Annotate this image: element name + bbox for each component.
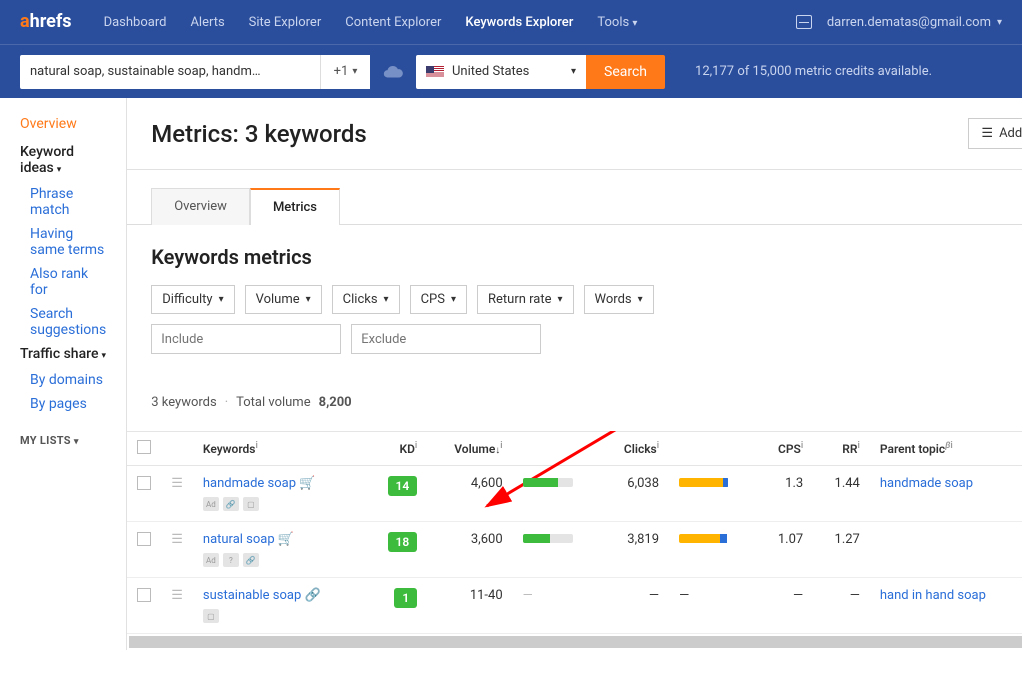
filter-return-rate[interactable]: Return rate▾ xyxy=(477,285,574,314)
table-row: ☰sustainable soap 🔗▢111-40—————hand in h… xyxy=(127,578,1022,634)
row-menu-icon[interactable]: ☰ xyxy=(171,532,183,547)
sidebar-phrase-match[interactable]: Phrase match xyxy=(30,186,106,218)
col-parent[interactable]: Parent topicβi xyxy=(870,432,1022,466)
sidebar-traffic-header[interactable]: Traffic share▾ xyxy=(20,346,106,362)
pic-icon: ▢ xyxy=(203,609,219,623)
?-icon: ? xyxy=(223,553,239,567)
section-title: Keywords metrics xyxy=(151,245,1022,269)
sidebar-overview[interactable]: Overview xyxy=(20,116,106,132)
cps-cell: 1.07 xyxy=(757,522,814,578)
filter-difficulty[interactable]: Difficulty▾ xyxy=(151,285,234,314)
link-icon: 🔗 xyxy=(305,588,321,603)
kw-count: 3 keywords xyxy=(151,395,216,410)
parent-topic-link[interactable]: hand in hand soap xyxy=(880,588,986,603)
link-icon: 🔗 xyxy=(243,553,259,567)
add-to-lists[interactable]: ☰Add to lists ▾ xyxy=(968,118,1022,149)
tabs: Overview Metrics xyxy=(127,188,1022,225)
user-menu[interactable]: darren.dematas@gmail.com▾ xyxy=(827,15,1002,30)
filter-words[interactable]: Words▾ xyxy=(584,285,654,314)
us-flag-icon xyxy=(426,66,444,78)
Ad-icon: Ad xyxy=(203,553,219,567)
logo[interactable]: ahrefs xyxy=(20,11,72,33)
Ad-icon: Ad xyxy=(203,497,219,511)
keyword-link[interactable]: sustainable soap xyxy=(203,588,301,603)
cloud-icon[interactable] xyxy=(382,61,404,83)
country-select[interactable]: United States▾ xyxy=(416,55,586,89)
row-checkbox[interactable] xyxy=(137,532,151,546)
sidebar-by-pages[interactable]: By pages xyxy=(30,396,106,412)
row-menu-icon[interactable]: ☰ xyxy=(171,588,183,603)
col-clicks[interactable]: Clicksi xyxy=(600,432,669,466)
nav-tools[interactable]: Tools ▾ xyxy=(585,15,649,30)
table-row: ☰natural soap 🛒Ad?🔗183,6003,8191.071.27S… xyxy=(127,522,1022,578)
col-rr[interactable]: RRi xyxy=(813,432,870,466)
keyword-link[interactable]: natural soap xyxy=(203,532,275,547)
sidebar-ideas-header[interactable]: Keyword ideas▾ xyxy=(20,144,106,176)
col-volume[interactable]: Volume↓i xyxy=(427,432,512,466)
sidebar-having-same-terms[interactable]: Having same terms xyxy=(30,226,106,258)
list-icon: ☰ xyxy=(981,126,993,141)
credits-label: 12,177 of 15,000 metric credits availabl… xyxy=(695,64,932,79)
tab-metrics[interactable]: Metrics xyxy=(250,188,340,225)
select-all-checkbox[interactable] xyxy=(137,440,151,454)
nav-alerts[interactable]: Alerts xyxy=(178,15,236,30)
page-title: Metrics: 3 keywords xyxy=(151,120,367,148)
filter-clicks[interactable]: Clicks▾ xyxy=(332,285,400,314)
search-bar: natural soap, sustainable soap, handm… +… xyxy=(0,44,1022,98)
col-kd[interactable]: KDi xyxy=(365,432,427,466)
my-lists-toggle[interactable]: MY LISTS▾ xyxy=(20,434,106,447)
exclude-input[interactable] xyxy=(351,324,541,354)
rr-cell: 1.27 xyxy=(813,522,870,578)
filter-volume[interactable]: Volume▾ xyxy=(245,285,322,314)
table-scroll[interactable]: Keywordsi KDi Volume↓i Clicksi CPSi RRi … xyxy=(127,431,1022,650)
nav-content-explorer[interactable]: Content Explorer xyxy=(333,15,453,30)
row-menu-icon[interactable]: ☰ xyxy=(171,476,183,491)
nav-keywords-explorer[interactable]: Keywords Explorer xyxy=(453,15,585,30)
cart-icon: 🛒 xyxy=(278,532,294,547)
nav-site-explorer[interactable]: Site Explorer xyxy=(237,15,334,30)
top-nav: ahrefs DashboardAlertsSite ExplorerConte… xyxy=(0,0,1022,44)
include-input[interactable] xyxy=(151,324,341,354)
main-content: Metrics: 3 keywords ☰Add to lists ▾ Over… xyxy=(126,98,1022,650)
keywords-more[interactable]: +1▾ xyxy=(320,55,370,89)
nav-dashboard[interactable]: Dashboard xyxy=(92,15,179,30)
keyword-link[interactable]: handmade soap xyxy=(203,476,296,491)
clicks-cell: 3,819 xyxy=(600,522,669,578)
clicks-cell: — xyxy=(600,578,669,634)
sidebar-also-rank-for[interactable]: Also rank for xyxy=(30,266,106,298)
volume-cell: 3,600 xyxy=(427,522,512,578)
tab-overview[interactable]: Overview xyxy=(151,188,250,225)
col-keywords[interactable]: Keywordsi xyxy=(193,432,365,466)
sidebar-search-suggestions[interactable]: Search suggestions xyxy=(30,306,106,338)
rr-cell: 1.44 xyxy=(813,466,870,522)
row-checkbox[interactable] xyxy=(137,476,151,490)
row-checkbox[interactable] xyxy=(137,588,151,602)
volume-cell: 4,600 xyxy=(427,466,512,522)
cps-cell: — xyxy=(757,578,814,634)
kd-badge: 14 xyxy=(388,476,418,496)
table-row: ☰ handmade soap 🛒 Ad 🔗 ▢ 14 4,600 6,038 1.31.44 h… xyxy=(127,466,1022,522)
sidebar-by-domains[interactable]: By domains xyxy=(30,372,106,388)
horizontal-scrollbar[interactable] xyxy=(129,636,1022,648)
col-cps[interactable]: CPSi xyxy=(757,432,814,466)
cart-icon: 🛒 xyxy=(299,476,315,491)
inbox-icon[interactable] xyxy=(796,15,812,29)
total-volume-label: Total volume xyxy=(236,395,311,410)
sidebar: Overview Keyword ideas▾ Phrase match Havi… xyxy=(0,98,126,650)
keywords-input[interactable]: natural soap, sustainable soap, handm… xyxy=(20,55,320,89)
clicks-cell: 6,038 xyxy=(600,466,669,522)
pic-icon: ▢ xyxy=(243,497,259,511)
search-button[interactable]: Search xyxy=(586,55,665,89)
filter-cps[interactable]: CPS▾ xyxy=(410,285,467,314)
total-volume: 8,200 xyxy=(319,395,352,410)
parent-topic-link[interactable]: handmade soap xyxy=(880,476,973,491)
cps-cell: 1.3 xyxy=(757,466,814,522)
kd-badge: 18 xyxy=(388,532,418,552)
volume-cell: 11-40 xyxy=(427,578,512,634)
link-icon: 🔗 xyxy=(223,497,239,511)
rr-cell: — xyxy=(813,578,870,634)
kd-badge: 1 xyxy=(394,588,417,608)
